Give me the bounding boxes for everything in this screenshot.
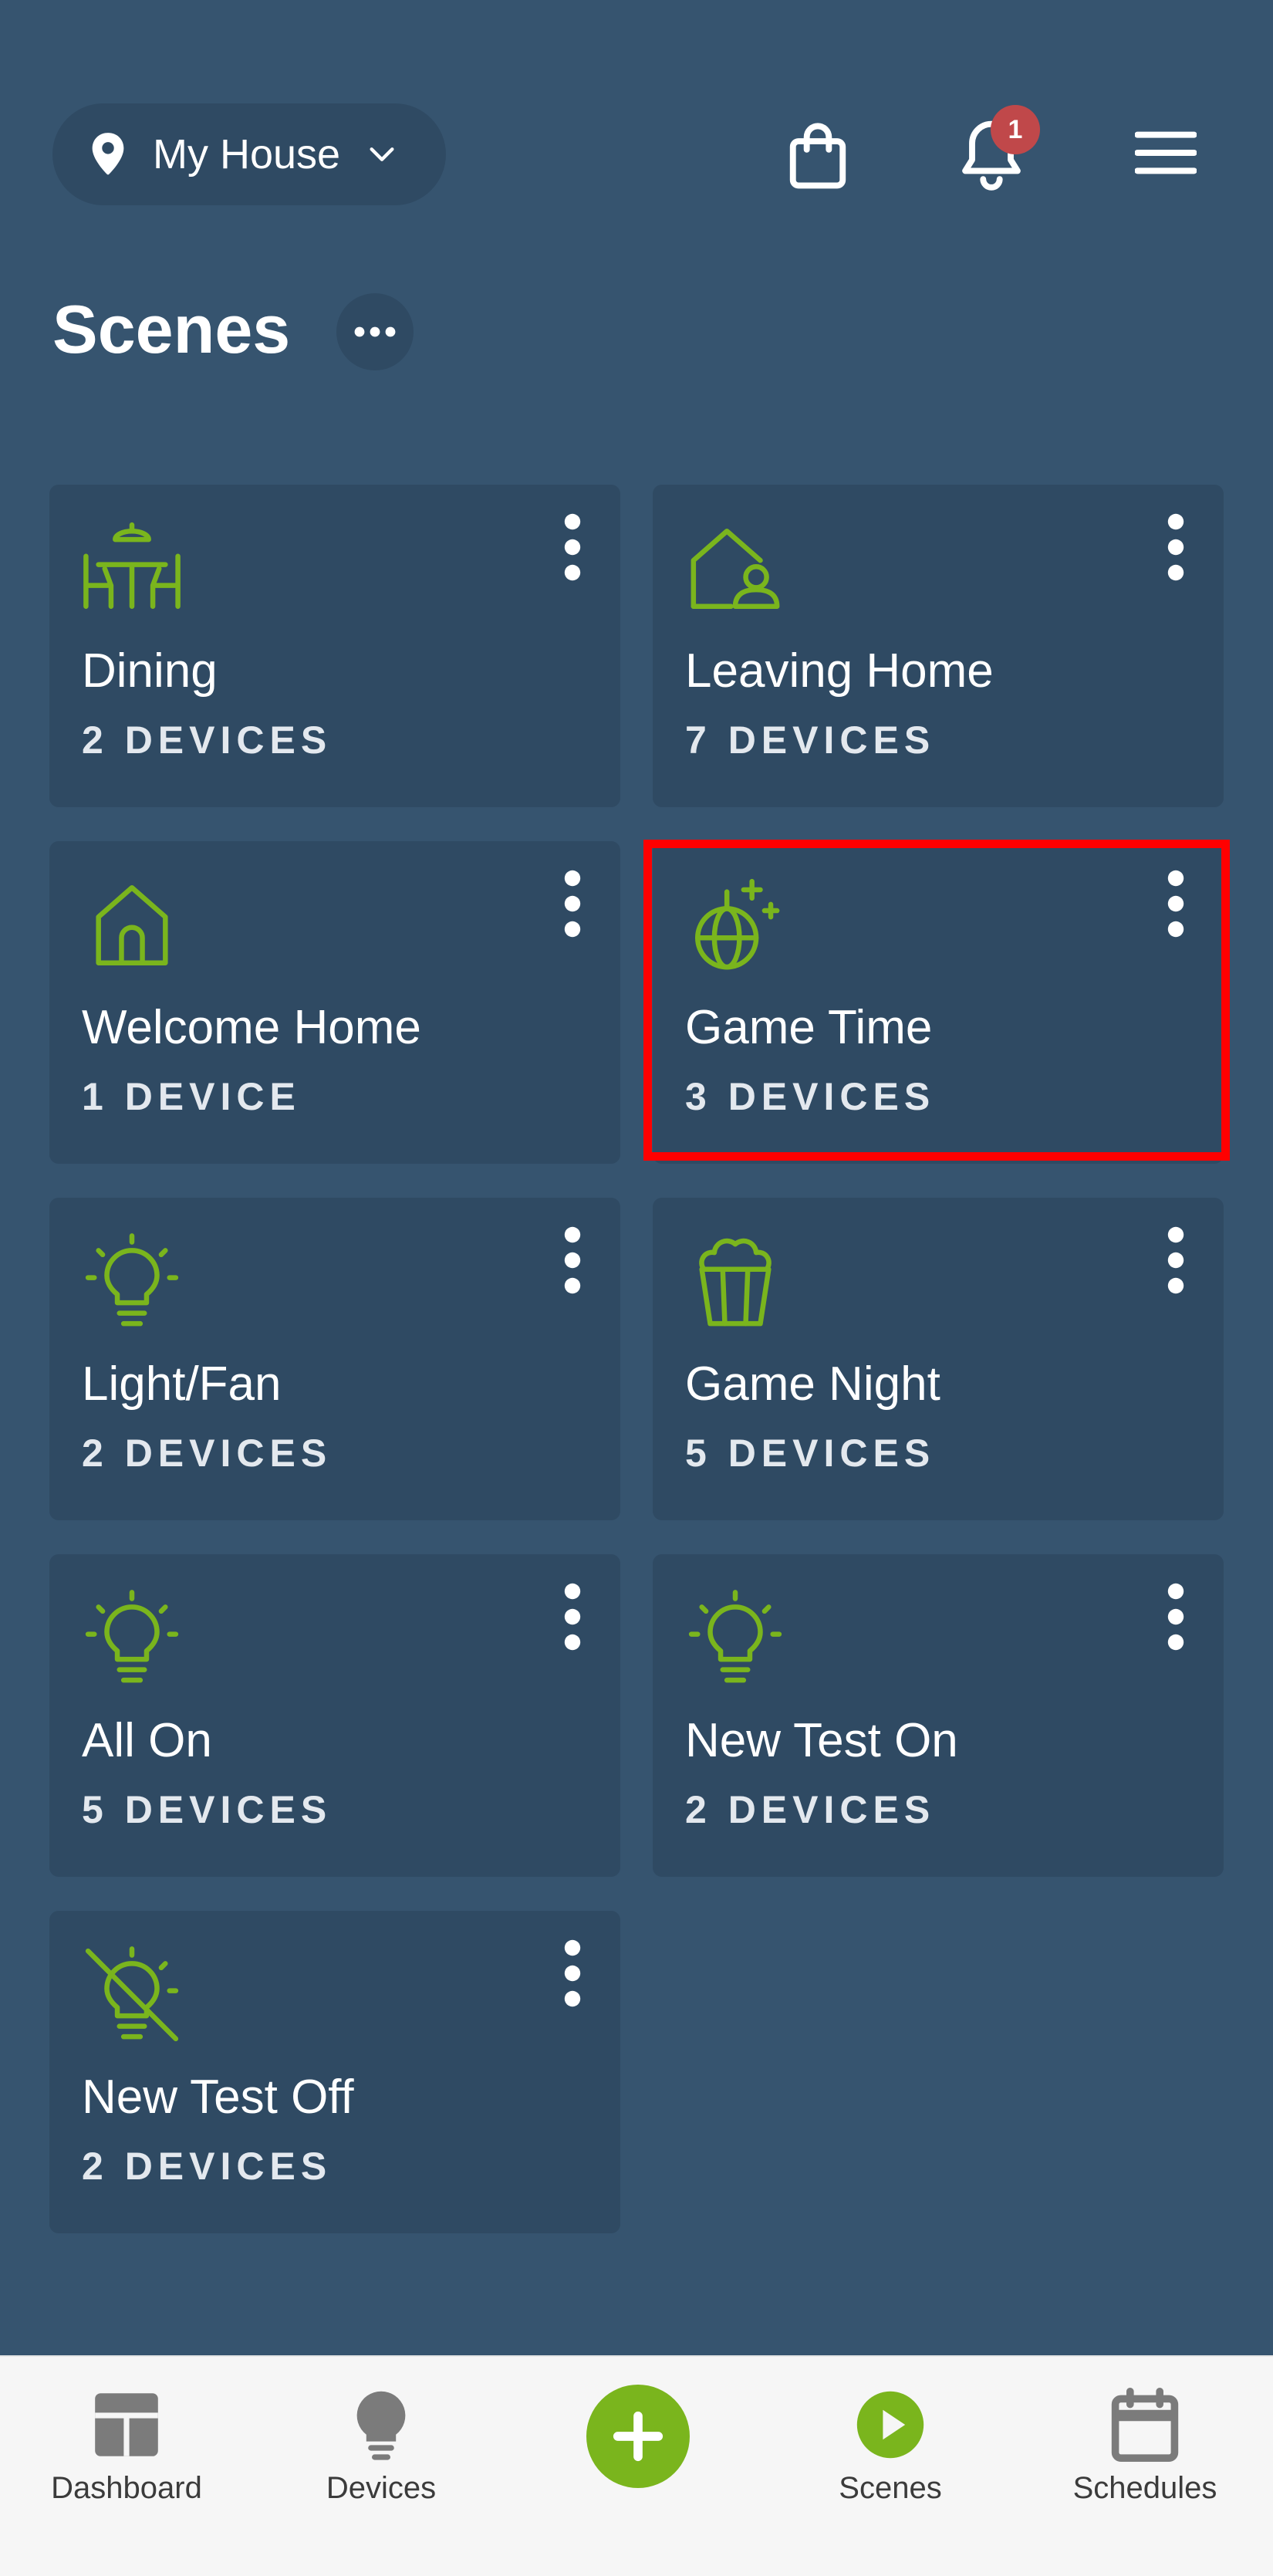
nav-dashboard[interactable]: Dashboard (11, 2388, 242, 2527)
scene-name: All On (82, 1714, 212, 1767)
menu-button[interactable] (1131, 123, 1200, 182)
more-vertical-icon[interactable] (555, 869, 589, 938)
scene-card-game-night[interactable]: Game Night 5 DEVICES (653, 1198, 1224, 1520)
home-person-icon (691, 529, 780, 609)
popcorn-icon (699, 1238, 772, 1327)
lightbulb-icon (688, 1590, 782, 1683)
scene-device-count: 7 DEVICES (685, 718, 936, 762)
location-selector[interactable]: My House (52, 103, 446, 205)
scene-card-welcome-home[interactable]: Welcome Home 1 DEVICE (49, 841, 620, 1164)
plus-icon (613, 2411, 664, 2462)
scene-device-count: 2 DEVICES (685, 1788, 936, 1831)
scene-card-light-fan[interactable]: Light/Fan 2 DEVICES (49, 1198, 620, 1520)
scene-device-count: 2 DEVICES (82, 2145, 333, 2188)
shopping-bag-icon (789, 123, 846, 189)
scene-device-count: 2 DEVICES (82, 718, 333, 762)
scene-name: New Test On (685, 1714, 958, 1767)
nav-schedules[interactable]: Schedules (1029, 2388, 1261, 2527)
shop-button[interactable] (779, 113, 856, 198)
nav-label: Devices (326, 2471, 437, 2505)
notification-badge: 1 (991, 105, 1040, 154)
scene-name: Welcome Home (82, 1001, 421, 1054)
add-scene-button[interactable] (586, 2385, 690, 2488)
hamburger-menu-icon (1135, 131, 1197, 174)
disco-ball-icon (695, 878, 780, 970)
lightbulb-off-icon (85, 1946, 179, 2042)
play-circle-icon (856, 2391, 924, 2459)
scenes-options-button[interactable] (336, 293, 414, 370)
scene-name: Game Night (685, 1357, 940, 1411)
lightbulb-icon (356, 2391, 406, 2460)
scene-name: Light/Fan (82, 1357, 282, 1411)
scene-card-game-time[interactable]: Game Time 3 DEVICES (653, 841, 1224, 1164)
map-pin-icon (92, 133, 124, 175)
scene-name: Leaving Home (685, 644, 994, 698)
lightbulb-icon (85, 1233, 179, 1327)
lightbulb-icon (85, 1590, 179, 1683)
scene-card-new-test-on[interactable]: New Test On 2 DEVICES (653, 1554, 1224, 1877)
nav-devices[interactable]: Devices (265, 2388, 497, 2527)
chevron-down-icon (370, 147, 394, 161)
scene-device-count: 1 DEVICE (82, 1075, 301, 1118)
scene-card-leaving-home[interactable]: Leaving Home 7 DEVICES (653, 485, 1224, 807)
nav-scenes[interactable]: Scenes (775, 2388, 1006, 2527)
nav-label: Scenes (839, 2471, 942, 2505)
more-vertical-icon[interactable] (555, 512, 589, 582)
more-vertical-icon[interactable] (1159, 1225, 1193, 1295)
top-bar: My House 1 (0, 0, 1273, 232)
more-vertical-icon[interactable] (555, 1939, 589, 2008)
calendar-icon (1111, 2388, 1179, 2462)
more-vertical-icon[interactable] (555, 1582, 589, 1651)
home-icon (96, 885, 168, 965)
scene-device-count: 5 DEVICES (82, 1788, 333, 1831)
scene-device-count: 5 DEVICES (685, 1432, 936, 1475)
scene-card-dining[interactable]: Dining 2 DEVICES (49, 485, 620, 807)
dashboard-icon (95, 2393, 158, 2456)
scene-name: New Test Off (82, 2071, 354, 2124)
scene-name: Game Time (685, 1001, 933, 1054)
scene-card-all-on[interactable]: All On 5 DEVICES (49, 1554, 620, 1877)
more-vertical-icon[interactable] (555, 1225, 589, 1295)
more-horizontal-icon (354, 326, 396, 337)
scene-device-count: 2 DEVICES (82, 1432, 333, 1475)
scene-device-count: 3 DEVICES (685, 1075, 936, 1118)
scene-card-new-test-off[interactable]: New Test Off 2 DEVICES (49, 1911, 620, 2233)
dining-table-icon (83, 522, 181, 609)
scene-name: Dining (82, 644, 218, 698)
more-vertical-icon[interactable] (1159, 1582, 1193, 1651)
location-label: My House (153, 131, 341, 177)
more-vertical-icon[interactable] (1159, 512, 1193, 582)
page-title: Scenes (52, 291, 291, 367)
nav-label: Dashboard (51, 2471, 202, 2505)
nav-label: Schedules (1072, 2471, 1217, 2505)
more-vertical-icon[interactable] (1159, 869, 1193, 938)
